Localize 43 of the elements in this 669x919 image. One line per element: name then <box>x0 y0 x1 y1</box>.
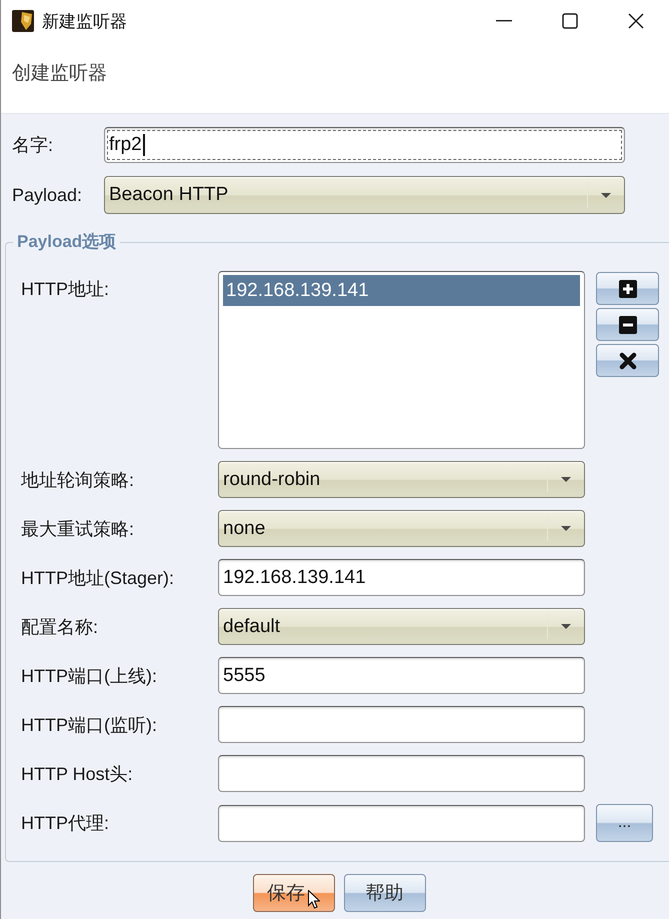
group-title: Payload选项 <box>16 232 118 252</box>
maximize-icon <box>562 13 578 29</box>
field-label: HTTP端口(上线): <box>21 664 158 688</box>
field-label: 名字: <box>12 134 54 157</box>
remove-button[interactable] <box>596 308 659 341</box>
dropdown-arrow-icon <box>601 192 611 198</box>
window-title: 新建监听器 <box>42 10 127 32</box>
text-field[interactable] <box>218 755 585 792</box>
text-cursor-icon <box>142 134 145 156</box>
list-item[interactable]: 192.168.139.141 <box>223 275 580 306</box>
text-field[interactable]: frp2 <box>104 127 625 163</box>
dropdown[interactable]: round-robin <box>218 461 585 498</box>
dropdown[interactable]: none <box>218 510 585 547</box>
field-label: HTTP地址(Stager): <box>21 566 176 590</box>
field-label: 配置名称: <box>21 616 100 638</box>
field-label: 地址轮询策略: <box>21 468 136 492</box>
field-label: 最大重试策略: <box>21 518 136 540</box>
clear-button[interactable] <box>596 344 659 377</box>
field-label: HTTP端口(监听): <box>21 714 158 736</box>
dropdown-arrow-icon <box>561 477 571 482</box>
field-label: HTTP地址: <box>21 278 110 301</box>
field-label: HTTP Host头: <box>21 762 134 786</box>
dropdown[interactable]: default <box>218 608 585 645</box>
field-label: HTTP代理: <box>21 812 110 835</box>
x-icon <box>618 352 636 370</box>
text-field[interactable] <box>218 804 585 842</box>
minimize-icon <box>496 20 512 22</box>
add-button[interactable] <box>596 272 659 305</box>
dropdown-arrow-icon <box>561 526 571 531</box>
minus-icon <box>618 316 636 334</box>
dialog-button[interactable]: 帮助 <box>344 874 426 912</box>
mouse-pointer-icon <box>308 890 320 908</box>
app-icon <box>12 10 34 32</box>
text-field[interactable] <box>218 706 585 743</box>
dropdown[interactable]: Beacon HTTP <box>104 176 625 214</box>
plus-icon <box>618 280 636 298</box>
field-label: Payload: <box>12 184 84 206</box>
dropdown-arrow-icon <box>561 624 571 629</box>
dialog-heading: 创建监听器 <box>12 60 107 86</box>
text-field[interactable]: 192.168.139.141 <box>218 559 585 596</box>
browse-button[interactable]: ... <box>596 804 653 842</box>
text-field[interactable]: 5555 <box>218 657 585 694</box>
close-icon <box>628 13 644 29</box>
